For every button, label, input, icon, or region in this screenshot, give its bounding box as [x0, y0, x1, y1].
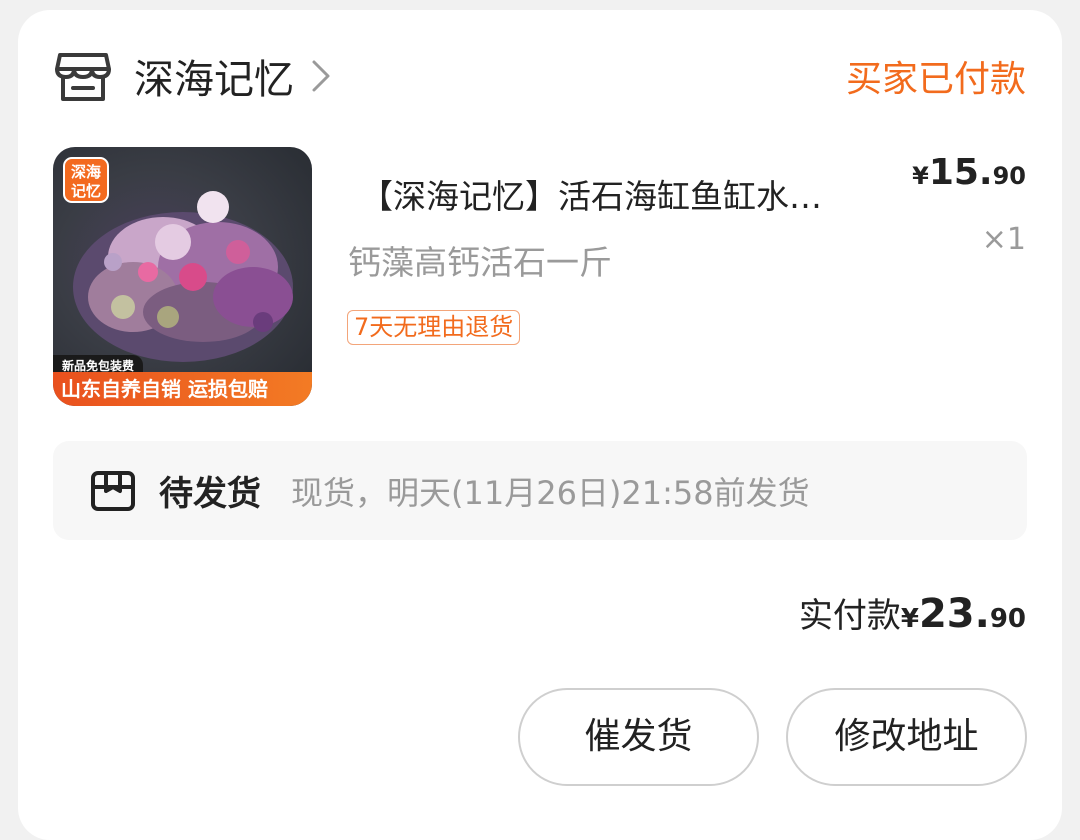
product-quantity: ×1	[981, 222, 1026, 257]
order-card[interactable]: 深海记忆 买家已付款 深海 记忆 新品免包装费 山东自养自销 运损包赔 【深海记…	[18, 10, 1062, 840]
package-icon	[91, 470, 135, 511]
shipping-detail: 现货，明天(11月26日)21:58前发货	[291, 473, 810, 512]
total-paid: 实付款 ¥23. 90	[799, 588, 1026, 637]
shop-name[interactable]: 深海记忆	[134, 47, 294, 105]
brand-badge: 深海 记忆	[63, 157, 109, 203]
chevron-right-icon[interactable]	[310, 58, 332, 94]
total-label: 实付款	[798, 596, 901, 636]
store-icon	[55, 53, 111, 101]
promo-bar: 山东自养自销 运损包赔	[53, 372, 312, 406]
product-subtitle: 钙藻高钙活石一斤	[348, 243, 612, 282]
order-status: 买家已付款	[845, 59, 1026, 100]
product-title[interactable]: 【深海记忆】活石海缸鱼缸水…	[360, 170, 930, 218]
return-policy-tag: 7天无理由退货	[347, 310, 521, 345]
total-integer: 23.	[918, 591, 990, 637]
price-decimal: 90	[992, 162, 1026, 190]
price-currency: ¥	[912, 162, 929, 190]
change-address-button[interactable]: 修改地址	[786, 688, 1027, 786]
product-price: ¥15.90	[912, 152, 1026, 193]
shipping-status-row[interactable]: 待发货 现货，明天(11月26日)21:58前发货	[53, 441, 1027, 540]
price-integer: 15.	[928, 152, 993, 193]
urge-shipping-button[interactable]: 催发货	[518, 688, 759, 786]
total-decimal: 90	[989, 604, 1026, 634]
shipping-status: 待发货	[159, 474, 261, 514]
product-image[interactable]: 深海 记忆 新品免包装费 山东自养自销 运损包赔	[53, 147, 312, 406]
total-currency: ¥	[900, 604, 919, 634]
shop-header: 深海记忆 买家已付款	[54, 46, 1026, 106]
